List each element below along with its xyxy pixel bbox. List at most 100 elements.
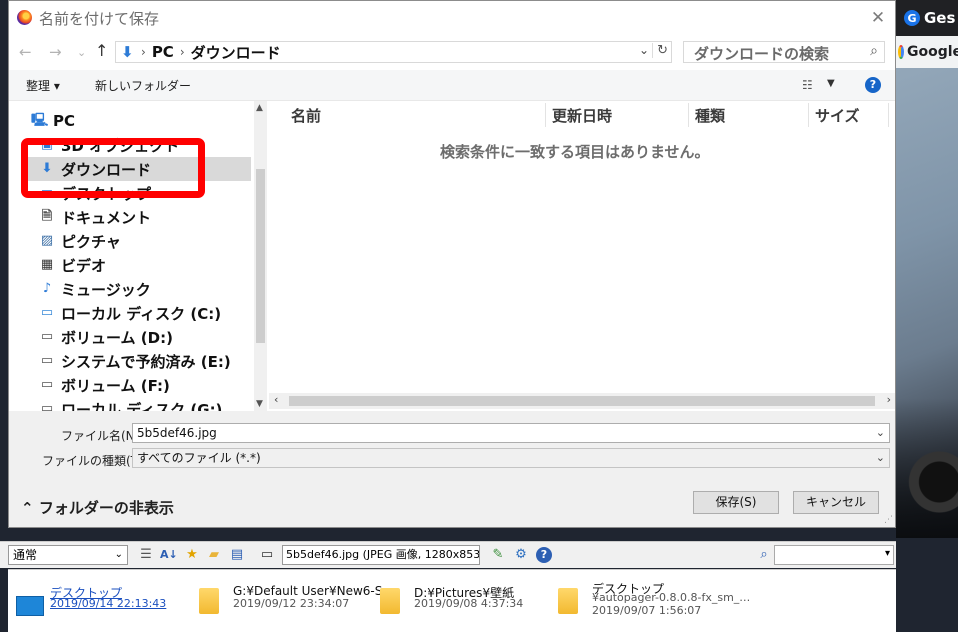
search-input[interactable]: ダウンロードの検索 ⌕ <box>683 41 885 63</box>
file-list-scrollbar[interactable]: ‹ › <box>269 393 895 409</box>
tree-item-label: 3D オブジェクト <box>61 136 180 155</box>
column-header-name[interactable]: 名前 <box>291 105 321 127</box>
tree-item-drive-g[interactable]: ▭ ローカル ディスク (G:) <box>39 397 267 412</box>
browser-tab-label: Ges <box>924 9 956 27</box>
folder-icon <box>199 588 219 614</box>
chevron-down-icon[interactable]: ▼ <box>827 78 835 89</box>
column-divider[interactable] <box>808 103 809 127</box>
browser-tab[interactable]: G Ges <box>904 6 958 30</box>
column-divider[interactable] <box>688 103 689 127</box>
view-mode-select[interactable]: 通常 ⌄ <box>8 545 128 565</box>
list-item[interactable]: デスクトップ 2019/09/14 22:13:43 <box>16 580 186 624</box>
pc-icon: 🖳 <box>31 113 49 128</box>
grammarly-icon: G <box>904 10 920 26</box>
dialog-toolbar: 整理 ▾ 新しいフォルダー ☷ ▼ ? <box>9 70 895 101</box>
column-divider[interactable] <box>545 103 546 127</box>
filetype-select[interactable]: すべてのファイル (*.*) ⌄ <box>132 448 890 468</box>
tree-item-label: ダウンロード <box>61 160 152 179</box>
list-item-date: 2019/09/14 22:13:43 <box>50 597 167 610</box>
chevron-up-icon: ⌃ <box>21 499 34 517</box>
chevron-down-icon[interactable]: ⌄ <box>639 43 649 57</box>
column-header-size[interactable]: サイズ <box>815 105 860 127</box>
bookmark-google[interactable]: Google <box>896 36 958 68</box>
tree-item-downloads[interactable]: ⬇ ダウンロード <box>21 157 251 181</box>
help-icon[interactable]: ? <box>865 77 881 93</box>
tree-item-music[interactable]: ♪ ミュージック <box>39 277 267 301</box>
back-arrow-icon[interactable]: ← <box>19 43 32 61</box>
forward-arrow-icon[interactable]: → <box>49 43 62 61</box>
current-file-field[interactable]: 5b5def46.jpg (JPEG 画像, 1280x853 p; <box>282 545 480 565</box>
window-icon[interactable]: ▭ <box>259 547 275 563</box>
filetype-value: すべてのファイル (*.*) <box>137 451 261 465</box>
cancel-button[interactable]: キャンセル <box>793 491 879 514</box>
chevron-up-icon[interactable]: ▲ <box>256 103 263 113</box>
nav-pane-scrollbar[interactable]: ▲ ▼ <box>254 101 267 411</box>
list-item-subpath: ¥autopager-0.8.0.8-fx_sm_… <box>592 591 751 604</box>
sort-icon[interactable]: A↓ <box>160 547 178 563</box>
column-divider[interactable] <box>888 103 889 127</box>
folder-icon <box>558 588 578 614</box>
file-manager-search-input[interactable]: ▾ <box>774 545 894 565</box>
address-bar[interactable]: ⬇ › PC › ダウンロード ⌄ ↻ <box>115 41 672 63</box>
chevron-down-icon[interactable]: ▾ <box>885 548 890 559</box>
search-icon[interactable]: ⌕ <box>756 547 772 563</box>
breadcrumb-pc[interactable]: PC <box>152 43 174 61</box>
document-icon: 🗎 <box>41 209 53 224</box>
panel-icon[interactable]: ▤ <box>229 547 245 563</box>
view-options-icon[interactable]: ☷ <box>802 78 813 92</box>
refresh-icon[interactable]: ↻ <box>652 43 668 58</box>
scrollbar-thumb[interactable] <box>256 169 265 343</box>
tree-item-label: ボリューム (F:) <box>61 376 170 395</box>
tree-item-drive-c[interactable]: ▭ ローカル ディスク (C:) <box>39 301 267 325</box>
music-icon: ♪ <box>42 281 52 296</box>
list-item-name: G:¥Default User¥New6-S <box>233 584 383 598</box>
resize-grip-icon[interactable]: ⋰ <box>884 515 893 525</box>
list-view-icon[interactable]: ☰ <box>138 547 154 563</box>
brush-icon[interactable]: ✎ <box>490 547 506 563</box>
list-item[interactable]: D:¥Pictures¥壁紙 2019/09/08 4:37:34 <box>380 580 550 624</box>
column-header-type[interactable]: 種類 <box>695 105 725 127</box>
search-icon[interactable]: ⌕ <box>870 43 878 59</box>
tree-item-3d-objects[interactable]: ▣ 3D オブジェクト <box>39 133 267 157</box>
tree-item-label: PC <box>53 112 76 130</box>
background-photo <box>896 68 958 538</box>
up-arrow-icon[interactable]: ↑ <box>95 41 108 60</box>
chevron-down-icon[interactable]: ⌄ <box>115 546 123 564</box>
star-icon[interactable]: ★ <box>184 547 200 563</box>
tree-item-documents[interactable]: 🗎 ドキュメント <box>39 205 267 229</box>
chevron-down-icon[interactable]: ▼ <box>256 399 263 409</box>
new-folder-button[interactable]: 新しいフォルダー <box>95 77 191 94</box>
tree-item-pictures[interactable]: ▨ ピクチャ <box>39 229 267 253</box>
tree-item-desktop[interactable]: ▬ デスクトップ <box>39 181 267 205</box>
tree-item-drive-d[interactable]: ▭ ボリューム (D:) <box>39 325 267 349</box>
list-item[interactable]: デスクトップ ¥autopager-0.8.0.8-fx_sm_… 2019/0… <box>558 580 751 624</box>
chevron-left-icon[interactable]: ‹ <box>274 393 278 406</box>
chevron-right-icon[interactable]: › <box>887 393 891 406</box>
close-icon[interactable]: ✕ <box>869 9 887 27</box>
list-item[interactable]: G:¥Default User¥New6-S 2019/09/12 23:34:… <box>199 580 382 624</box>
column-header-date[interactable]: 更新日時 <box>552 105 612 127</box>
tree-item-label: ローカル ディスク (C:) <box>61 304 222 323</box>
tree-item-videos[interactable]: ▦ ビデオ <box>39 253 267 277</box>
folder-icon[interactable]: ▰ <box>206 547 222 563</box>
folder-icon <box>380 588 400 614</box>
save-button[interactable]: 保存(S) <box>693 491 779 514</box>
breadcrumb-downloads[interactable]: ダウンロード <box>191 42 281 63</box>
organize-button[interactable]: 整理 ▾ <box>26 77 60 94</box>
tree-item-pc[interactable]: 🖳 PC <box>31 109 267 133</box>
tree-item-drive-e[interactable]: ▭ システムで予約済み (E:) <box>39 349 267 373</box>
drive-icon: ▭ <box>40 329 54 344</box>
chevron-down-icon[interactable]: ⌄ <box>876 424 885 442</box>
hide-folders-toggle[interactable]: ⌃ フォルダーの非表示 <box>21 497 174 518</box>
scrollbar-thumb[interactable] <box>289 396 875 406</box>
chevron-down-icon[interactable]: ⌄ <box>876 449 885 467</box>
download-icon: ⬇ <box>121 43 134 61</box>
tree-item-label: ミュージック <box>61 280 151 299</box>
gear-icon[interactable]: ⚙ <box>513 547 529 563</box>
recent-locations-icon[interactable]: ⌄ <box>77 46 86 59</box>
filename-input[interactable]: 5b5def46.jpg ⌄ <box>132 423 890 443</box>
help-icon[interactable]: ? <box>536 547 552 563</box>
tree-item-label: ローカル ディスク (G:) <box>61 400 223 412</box>
tree-item-label: ピクチャ <box>61 232 121 251</box>
tree-item-drive-f[interactable]: ▭ ボリューム (F:) <box>39 373 267 397</box>
